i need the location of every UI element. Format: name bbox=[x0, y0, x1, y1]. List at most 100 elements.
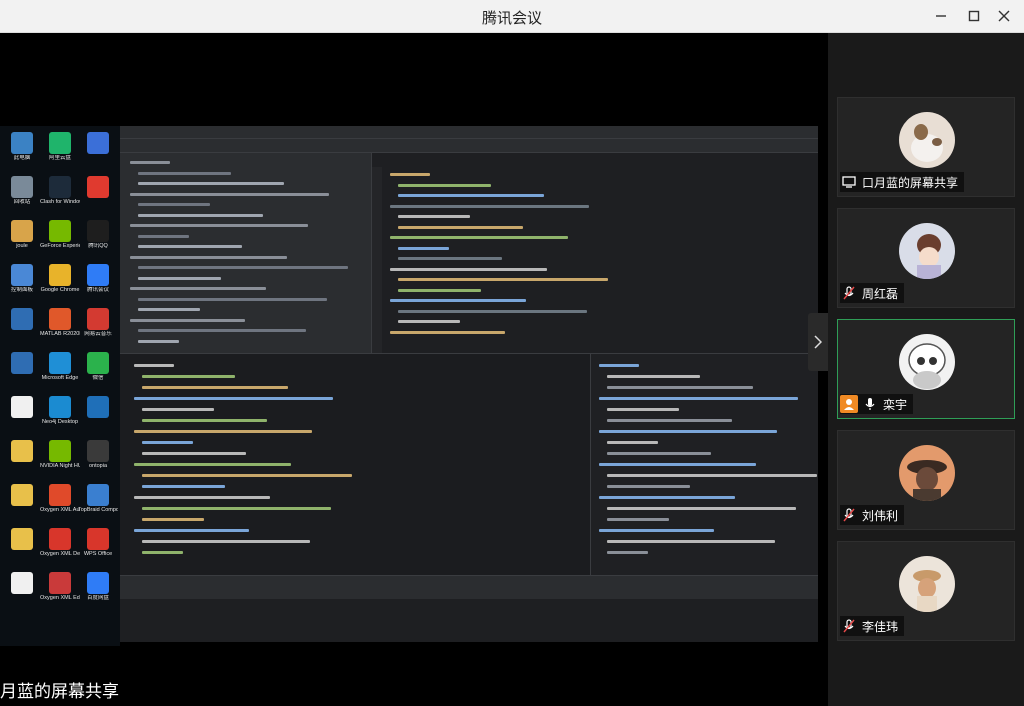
desktop-icon-label: joule bbox=[16, 243, 28, 249]
desktop-icon bbox=[2, 572, 42, 595]
app-icon bbox=[49, 308, 71, 330]
code-line bbox=[142, 540, 310, 543]
code-line bbox=[142, 419, 267, 422]
shared-desktop: 此电脑 阿里云盘回收站 Clash for Windows joule GeForce … bbox=[0, 126, 120, 646]
desktop-icon: 腾讯会议 bbox=[78, 264, 118, 294]
close-icon bbox=[998, 10, 1010, 22]
code-line bbox=[390, 236, 568, 239]
code-line bbox=[138, 276, 221, 280]
code-line bbox=[130, 161, 170, 164]
avatar bbox=[899, 556, 955, 612]
app-icon bbox=[87, 396, 109, 418]
code-line bbox=[138, 329, 306, 332]
code-line bbox=[390, 173, 430, 176]
app-icon bbox=[11, 528, 33, 550]
desktop-icon-label: ontopia bbox=[88, 463, 108, 469]
avatar bbox=[899, 334, 955, 390]
desktop-icon: Clash for Windows bbox=[40, 176, 80, 206]
share-label: 月蓝的屏幕共享 bbox=[0, 678, 125, 706]
code-line bbox=[390, 267, 547, 271]
app-icon bbox=[87, 484, 109, 506]
code-line bbox=[134, 397, 333, 400]
app-icon bbox=[11, 440, 33, 462]
desktop-icon bbox=[2, 440, 42, 463]
app-icon bbox=[87, 528, 109, 550]
close-button[interactable] bbox=[989, 4, 1019, 28]
desktop-icon bbox=[2, 308, 42, 331]
app-icon bbox=[87, 308, 109, 330]
desktop-icon: Oxygen XML De... bbox=[40, 528, 80, 558]
code-line bbox=[142, 452, 246, 455]
code-line bbox=[607, 485, 690, 488]
desktop-icon-label: 微信 bbox=[92, 375, 104, 381]
code-line bbox=[607, 507, 796, 510]
maximize-button[interactable] bbox=[959, 4, 989, 28]
desktop-icon: Oxygen XML Edit... bbox=[40, 572, 80, 602]
participant-name: 栾宇 bbox=[883, 397, 908, 412]
code-line bbox=[130, 224, 308, 227]
code-line bbox=[142, 441, 193, 444]
app-icon bbox=[87, 264, 109, 286]
participant-tile-speaking[interactable]: 栾宇 bbox=[837, 319, 1015, 419]
desktop-icon bbox=[78, 132, 118, 155]
code-line bbox=[398, 183, 491, 187]
desktop-icon bbox=[78, 176, 118, 199]
code-line bbox=[607, 419, 732, 422]
code-line bbox=[398, 225, 523, 229]
collapse-panel-button[interactable] bbox=[808, 313, 828, 371]
code-line bbox=[134, 496, 270, 499]
code-line bbox=[398, 320, 460, 323]
mic-icon bbox=[861, 395, 879, 413]
participant-tile[interactable]: 口月蓝的屏幕共享 bbox=[837, 97, 1015, 197]
code-line bbox=[607, 518, 669, 521]
app-icon bbox=[49, 220, 71, 242]
desktop-icon: MATLAB R2020b bbox=[40, 308, 80, 338]
desktop-icon: TopBraid Composer... bbox=[78, 484, 118, 514]
participant-namebar: 口月蓝的屏幕共享 bbox=[840, 172, 965, 192]
avatar bbox=[899, 112, 955, 168]
participant-tile[interactable]: 刘伟利 bbox=[837, 430, 1015, 530]
app-icon bbox=[11, 572, 33, 594]
app-icon bbox=[11, 264, 33, 286]
code-line bbox=[398, 257, 502, 260]
app-icon bbox=[11, 132, 33, 154]
code-line bbox=[142, 485, 225, 488]
participant-namebar: 周红磊 bbox=[840, 283, 905, 303]
participant-tile[interactable]: 李佳玮 bbox=[837, 541, 1015, 641]
chevron-right-icon bbox=[814, 335, 822, 349]
code-line bbox=[607, 408, 679, 411]
code-line bbox=[138, 234, 189, 238]
desktop-icon-label: 百度网盘 bbox=[86, 595, 109, 601]
code-line bbox=[130, 318, 245, 322]
desktop-icon: NVIDIA Night HU... bbox=[40, 440, 80, 470]
code-line bbox=[138, 171, 231, 175]
desktop-icon-label: TopBraid Composer... bbox=[78, 507, 118, 513]
desktop-icon bbox=[2, 484, 42, 507]
desktop-icon-label: 阿里云盘 bbox=[48, 155, 71, 161]
app-icon bbox=[49, 396, 71, 418]
code-line bbox=[134, 364, 174, 367]
desktop-icon-label: Clash for Windows bbox=[40, 199, 80, 205]
minimize-button[interactable] bbox=[926, 4, 956, 28]
window-title: 腾讯会议 bbox=[481, 9, 542, 27]
code-line bbox=[599, 430, 777, 433]
desktop-icon: joule bbox=[2, 220, 42, 250]
code-line bbox=[142, 375, 235, 378]
app-icon bbox=[87, 132, 109, 154]
desktop-icon-label: 回收站 bbox=[13, 199, 31, 205]
code-line bbox=[599, 496, 735, 499]
desktop-icon-label: GeForce Experience bbox=[40, 243, 80, 249]
desktop-icon: 此电脑 bbox=[2, 132, 42, 162]
app-icon bbox=[11, 484, 33, 506]
app-icon bbox=[49, 572, 71, 594]
participant-tile[interactable]: 周红磊 bbox=[837, 208, 1015, 308]
code-line bbox=[134, 430, 312, 433]
mic-muted-icon bbox=[840, 617, 858, 635]
code-line bbox=[130, 287, 266, 290]
app-icon bbox=[11, 352, 33, 374]
shared-screen: 此电脑 阿里云盘回收站 Clash for Windows joule GeForce … bbox=[0, 33, 828, 706]
code-line bbox=[607, 540, 775, 543]
code-line bbox=[142, 507, 331, 510]
code-line bbox=[134, 463, 291, 466]
participant-name: 周红磊 bbox=[862, 286, 899, 301]
